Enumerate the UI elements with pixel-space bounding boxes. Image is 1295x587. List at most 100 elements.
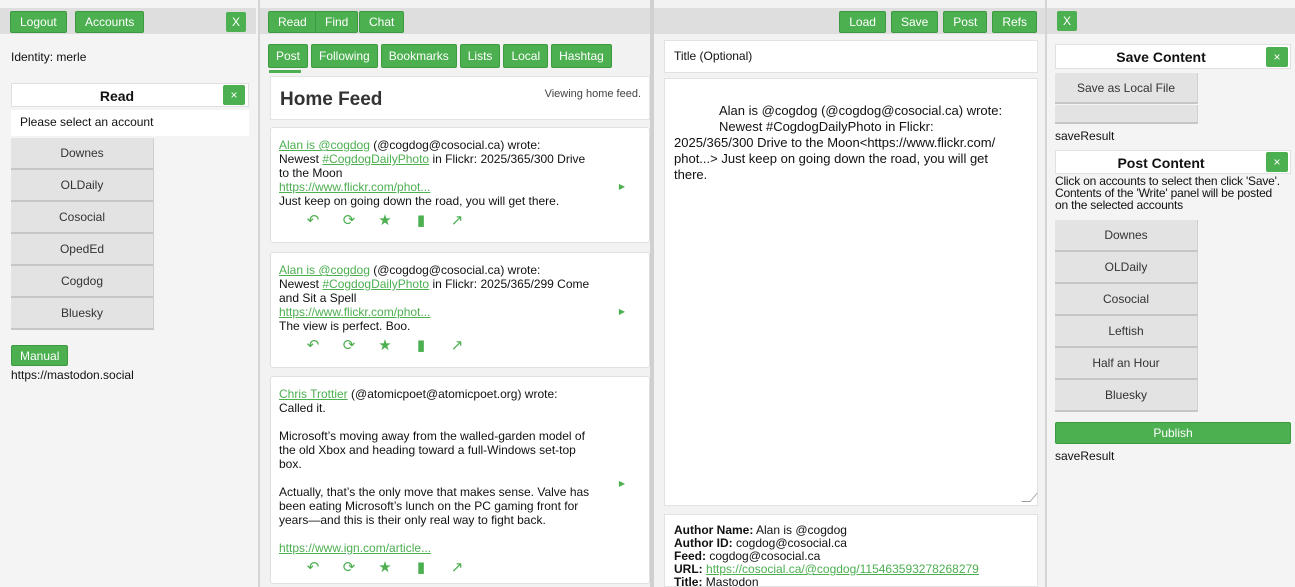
read-panel-title: Read: [99, 88, 135, 104]
save-result-text: saveResult: [1055, 449, 1115, 463]
save-button[interactable]: Save: [890, 11, 939, 33]
meta-label: Author ID:: [674, 536, 733, 550]
reply-icon[interactable]: ↶: [295, 560, 331, 575]
post-account-leftish[interactable]: Leftish: [1055, 316, 1198, 348]
tab-hashtag[interactable]: Hashtag: [551, 44, 612, 68]
meta-label: Author Name:: [674, 523, 754, 537]
content-textarea[interactable]: Alan is @cogdog (@cogdog@cosocial.ca) wr…: [664, 78, 1038, 506]
tab-lists[interactable]: Lists: [459, 44, 501, 68]
active-tab-indicator: [269, 70, 301, 73]
reply-icon[interactable]: ↶: [295, 213, 331, 228]
instruction-line: on the selected accounts: [1055, 198, 1183, 212]
load-button[interactable]: Load: [839, 11, 886, 33]
feed-post: Alan is @cogdog (@cogdog@cosocial.ca) wr…: [270, 252, 650, 368]
post-text: Newest: [279, 277, 323, 291]
post-hashtag-link[interactable]: #CogdogDailyPhoto: [322, 277, 429, 291]
write-topbar: Load Save Post Refs: [654, 8, 1045, 34]
open-external-icon[interactable]: ↗: [439, 338, 475, 353]
read-account-bluesky[interactable]: Bluesky: [11, 298, 154, 330]
post-account-half-an-hour[interactable]: Half an Hour: [1055, 348, 1198, 380]
post-handle: (@cogdog@cosocial.ca) wrote:: [369, 138, 541, 152]
post-content-close-button[interactable]: ×: [1266, 152, 1288, 172]
expand-caret-icon[interactable]: ▶: [619, 477, 625, 491]
accounts-button[interactable]: Accounts: [75, 11, 145, 33]
bookmark-icon[interactable]: ▮: [403, 338, 439, 353]
post-actions: ↶ ⟳ ★ ▮ ↗: [279, 213, 641, 228]
boost-icon[interactable]: ⟳: [331, 213, 367, 228]
post-button[interactable]: Post: [943, 11, 988, 33]
feed-title: Home Feed: [280, 89, 383, 110]
read-account-oldaily[interactable]: OLDaily: [11, 170, 154, 202]
refs-button[interactable]: Refs: [992, 11, 1037, 33]
publish-button[interactable]: Publish: [1055, 422, 1291, 444]
post-account-cosocial[interactable]: Cosocial: [1055, 284, 1198, 316]
resize-handle-icon[interactable]: [1021, 493, 1038, 502]
post-text: Actually, that’s the only move that make…: [279, 485, 590, 499]
read-button[interactable]: Read: [268, 11, 317, 33]
publish-topbar: X: [1047, 8, 1295, 34]
feed-status: Viewing home feed.: [544, 88, 641, 100]
meta-label: Feed:: [674, 549, 707, 563]
author-name-value: Alan is @cogdog: [753, 523, 847, 537]
content-line: there.: [674, 167, 708, 182]
open-external-icon[interactable]: ↗: [439, 213, 475, 228]
read-account-downes[interactable]: Downes: [11, 138, 154, 170]
read-accounts-list: Downes OLDaily Cosocial OpedEd Cogdog Bluesky: [11, 138, 154, 330]
post-text: years—and this is their only real way to…: [279, 513, 546, 527]
tab-bookmarks[interactable]: Bookmarks: [380, 44, 457, 68]
read-column: Read Find Chat Post Following Bookmarks …: [258, 0, 650, 587]
bookmark-icon[interactable]: ▮: [403, 560, 439, 575]
star-icon[interactable]: ★: [367, 338, 403, 353]
boost-icon[interactable]: ⟳: [331, 560, 367, 575]
title-input[interactable]: Title (Optional): [664, 40, 1038, 73]
meta-label: Title:: [674, 575, 703, 587]
post-account-downes[interactable]: Downes: [1055, 220, 1198, 252]
manual-button[interactable]: Manual: [11, 345, 69, 366]
tab-following[interactable]: Following: [311, 44, 378, 68]
expand-caret-icon[interactable]: ▶: [619, 180, 625, 194]
star-icon[interactable]: ★: [367, 213, 403, 228]
save-extra-button[interactable]: [1055, 105, 1198, 124]
star-icon[interactable]: ★: [367, 560, 403, 575]
close-panel-button[interactable]: X: [1057, 11, 1077, 31]
read-account-cogdog[interactable]: Cogdog: [11, 266, 154, 298]
boost-icon[interactable]: ⟳: [331, 338, 367, 353]
post-content-title: Post Content: [1117, 155, 1205, 171]
post-url-link[interactable]: https://www.ign.com/article...: [279, 541, 431, 555]
feed-header: Home Feed Viewing home feed.: [270, 76, 650, 120]
reply-icon[interactable]: ↶: [295, 338, 331, 353]
feed-post: Chris Trottier (@atomicpoet@atomicpoet.o…: [270, 376, 650, 584]
save-content-title: Save Content: [1116, 49, 1206, 65]
post-text: The view is perfect. Boo.: [279, 319, 411, 333]
identity-label: Identity: merle: [11, 50, 87, 64]
find-button[interactable]: Find: [315, 11, 359, 33]
post-url-link[interactable]: https://www.flickr.com/phot...: [279, 180, 430, 194]
post-account-oldaily[interactable]: OLDaily: [1055, 252, 1198, 284]
select-account-prompt: Please select an account: [11, 110, 249, 136]
post-text: Just keep on going down the road, you wi…: [279, 194, 560, 208]
post-text: Microsoft’s moving away from the walled-…: [279, 429, 585, 443]
tab-post[interactable]: Post: [268, 44, 309, 68]
close-panel-button[interactable]: X: [226, 12, 246, 32]
tab-local[interactable]: Local: [503, 44, 549, 68]
post-url-link[interactable]: https://www.flickr.com/phot...: [279, 305, 430, 319]
read-panel-close-button[interactable]: ×: [223, 85, 245, 105]
post-author-link[interactable]: Chris Trottier: [279, 387, 348, 401]
post-author-link[interactable]: Alan is @cogdog: [279, 138, 370, 152]
post-text: Called it.: [279, 401, 326, 415]
logout-button[interactable]: Logout: [10, 11, 67, 33]
post-author-link[interactable]: Alan is @cogdog: [279, 263, 370, 277]
post-text: been eating Microsoft’s lunch on the PC …: [279, 499, 579, 513]
post-account-bluesky[interactable]: Bluesky: [1055, 380, 1198, 412]
read-account-cosocial[interactable]: Cosocial: [11, 202, 154, 234]
open-external-icon[interactable]: ↗: [439, 560, 475, 575]
meta-url-link[interactable]: https://cosocial.ca/@cogdog/115463593278…: [706, 562, 979, 576]
content-line: 2025/365/300 Drive to the Moon<https://w…: [674, 135, 996, 150]
expand-caret-icon[interactable]: ▶: [619, 305, 625, 319]
save-local-file-button[interactable]: Save as Local File: [1055, 73, 1198, 104]
bookmark-icon[interactable]: ▮: [403, 213, 439, 228]
chat-button[interactable]: Chat: [359, 11, 405, 33]
save-content-close-button[interactable]: ×: [1266, 47, 1288, 67]
post-hashtag-link[interactable]: #CogdogDailyPhoto: [322, 152, 429, 166]
read-account-opeded[interactable]: OpedEd: [11, 234, 154, 266]
